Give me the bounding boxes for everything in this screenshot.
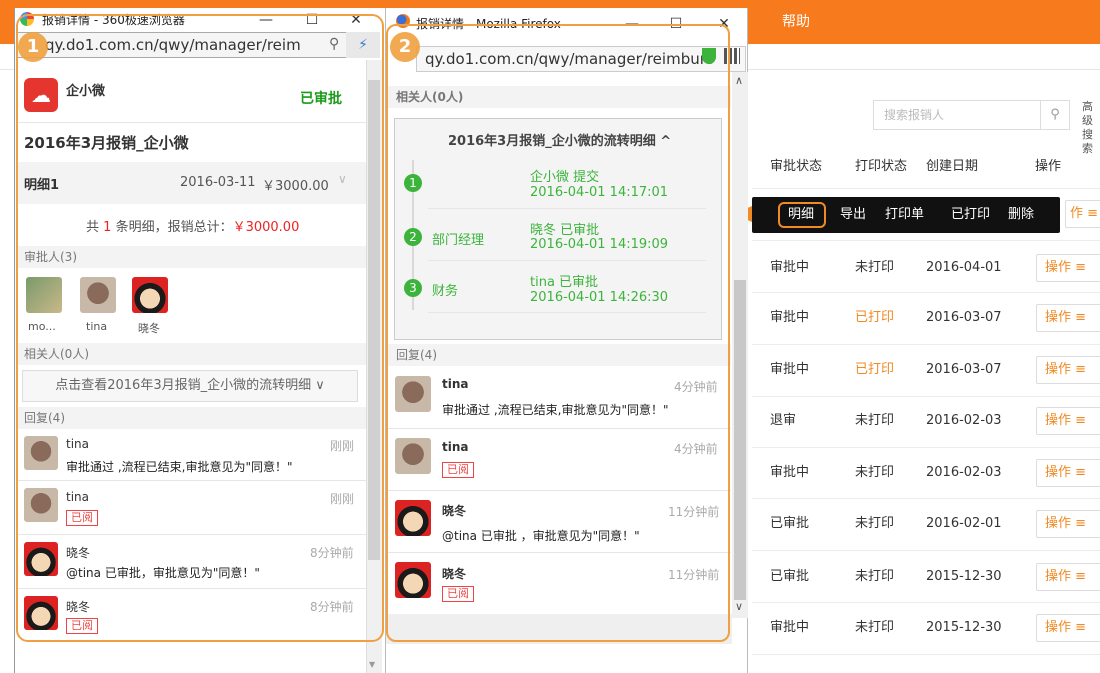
row-divider — [752, 344, 1100, 345]
print-status: 未打印 — [855, 516, 895, 531]
approval-status: 审批中 — [770, 310, 810, 325]
approval-status: 已审批 — [770, 516, 810, 531]
approval-status: 退审 — [770, 413, 797, 428]
operation-button[interactable]: 操作 ≡ — [1036, 459, 1100, 487]
scrollbar-thumb[interactable] — [734, 280, 746, 600]
menu-item-delete[interactable]: 删除 — [1008, 197, 1034, 233]
scroll-down-icon[interactable]: ▼ — [369, 660, 375, 669]
operation-button[interactable]: 操作 ≡ — [1036, 356, 1100, 384]
operation-button[interactable]: 操作 ≡ — [1036, 614, 1100, 642]
marker-1: 1 — [18, 32, 48, 62]
operation-button[interactable]: 操作 ≡ — [1036, 304, 1100, 332]
row-divider — [752, 654, 1100, 655]
operation-button[interactable]: 操作 ≡ — [1036, 254, 1100, 282]
print-status: 已打印 — [855, 310, 895, 325]
marker-2: 2 — [390, 32, 420, 62]
approval-status: 审批中 — [770, 465, 810, 480]
row-divider — [752, 602, 1100, 603]
header-created-date: 创建日期 — [926, 159, 979, 174]
print-status: 已打印 — [855, 362, 895, 377]
menu-item-printed[interactable]: 已打印 — [951, 197, 990, 233]
menu-item-detail[interactable]: 明细 — [788, 197, 814, 233]
created-date: 2016-02-03 — [926, 465, 1002, 480]
print-status: 未打印 — [855, 620, 895, 635]
header-operation: 操作 — [1035, 159, 1062, 174]
created-date: 2016-02-03 — [926, 413, 1002, 428]
operation-button[interactable]: 操作 ≡ — [1036, 510, 1100, 538]
created-date: 2016-02-01 — [926, 516, 1002, 531]
row-divider — [752, 498, 1100, 499]
scroll-up-icon[interactable]: ∧ — [735, 74, 743, 87]
row-divider — [752, 188, 1100, 189]
approval-status: 审批中 — [770, 362, 810, 377]
annotation-frame-2 — [386, 24, 730, 642]
created-date: 2016-03-07 — [926, 362, 1002, 377]
created-date: 2016-04-01 — [926, 260, 1002, 275]
help-nav-link[interactable]: 帮助 — [782, 0, 810, 44]
row-divider — [752, 396, 1100, 397]
created-date: 2015-12-30 — [926, 569, 1002, 584]
header-approval-status: 审批状态 — [770, 159, 823, 174]
header-print-status: 打印状态 — [855, 159, 908, 174]
menu-item-export[interactable]: 导出 — [840, 197, 866, 233]
search-input[interactable]: 搜索报销人 — [873, 100, 1041, 130]
operation-button[interactable]: 操作 ≡ — [1036, 563, 1100, 591]
annotation-frame-1 — [16, 14, 384, 642]
row-divider — [752, 292, 1100, 293]
menu-item-print[interactable]: 打印单 — [885, 197, 924, 233]
created-date: 2016-03-07 — [926, 310, 1002, 325]
search-icon[interactable]: ⚲ — [1040, 100, 1070, 130]
approval-status: 已审批 — [770, 569, 810, 584]
row-divider — [752, 550, 1100, 551]
advanced-search-link[interactable]: 高级搜索 — [1082, 100, 1100, 156]
approval-status: 审批中 — [770, 620, 810, 635]
operation-button[interactable]: 操作 ≡ — [1036, 407, 1100, 435]
print-status: 未打印 — [855, 413, 895, 428]
scroll-down-icon[interactable]: ∨ — [735, 600, 743, 613]
row-divider — [752, 447, 1100, 448]
row-divider — [752, 240, 1100, 241]
print-status: 未打印 — [855, 465, 895, 480]
operation-button[interactable]: 作 ≡ — [1065, 200, 1100, 228]
print-status: 未打印 — [855, 569, 895, 584]
approval-status: 审批中 — [770, 260, 810, 275]
created-date: 2015-12-30 — [926, 620, 1002, 635]
print-status: 未打印 — [855, 260, 895, 275]
